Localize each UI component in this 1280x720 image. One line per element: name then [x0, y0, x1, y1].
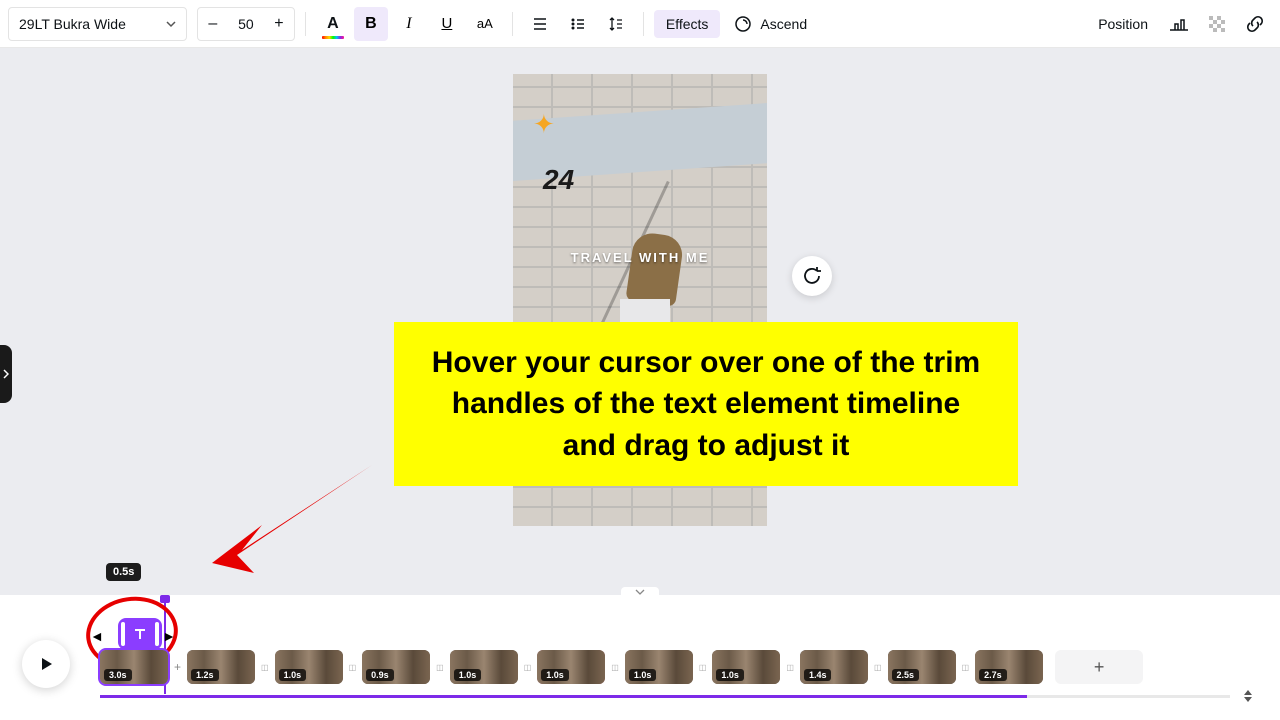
color-spectrum-icon — [322, 36, 344, 39]
add-transition-button[interactable]: + — [172, 660, 183, 674]
video-clip[interactable]: 1.0s — [625, 650, 693, 684]
refresh-icon — [802, 266, 822, 286]
bold-icon: B — [365, 15, 377, 33]
regenerate-button[interactable] — [792, 256, 832, 296]
sparkle-icon: ✦ — [533, 109, 555, 140]
trim-handle-right[interactable] — [155, 622, 159, 646]
timeline-panel: 0.5s ◄ ► 3.0s + 1.2s ◫ 1.0s ◫ 0.9s ◫ 1.0… — [0, 595, 1280, 720]
timeline-zoom-control[interactable] — [1244, 690, 1252, 702]
chevron-down-icon — [166, 19, 176, 29]
transparency-icon — [1207, 14, 1227, 34]
transition-icon[interactable]: ◫ — [609, 663, 621, 672]
transition-icon[interactable]: ◫ — [784, 663, 796, 672]
align-icon — [532, 16, 548, 32]
chevron-down-icon — [635, 589, 645, 595]
video-clips-track: 3.0s + 1.2s ◫ 1.0s ◫ 0.9s ◫ 1.0s ◫ 1.0s … — [100, 650, 1230, 684]
travel-headline[interactable]: TRAVEL WITH ME — [513, 250, 767, 265]
video-clip[interactable]: 1.0s — [450, 650, 518, 684]
case-icon: aA — [477, 16, 493, 31]
zoom-in-icon — [1244, 690, 1252, 695]
transition-icon[interactable]: ◫ — [960, 663, 972, 672]
font-family-select[interactable]: 29LT Bukra Wide — [8, 7, 187, 41]
list-icon — [570, 16, 586, 32]
shoe-shape — [625, 231, 684, 307]
animate-button[interactable]: Ascend — [724, 9, 817, 39]
divider — [643, 12, 644, 36]
timeline-scrollbar-fill — [100, 695, 1027, 698]
video-clip[interactable]: 1.0s — [712, 650, 780, 684]
transition-icon[interactable]: ◫ — [347, 663, 359, 672]
timeline-collapse-tab[interactable] — [621, 587, 659, 597]
animate-label: Ascend — [760, 16, 807, 32]
effects-button[interactable]: Effects — [654, 10, 721, 38]
transition-icon[interactable]: ◫ — [872, 663, 884, 672]
transparency-button[interactable] — [1200, 7, 1234, 41]
transition-icon[interactable]: ◫ — [259, 663, 271, 672]
font-size-decrease[interactable]: – — [198, 8, 228, 40]
italic-icon: I — [406, 15, 411, 33]
spacing-button[interactable] — [599, 7, 633, 41]
video-clip[interactable]: 3.0s — [100, 650, 168, 684]
instruction-callout: Hover your cursor over one of the trim h… — [394, 322, 1018, 486]
text-toolbar: 29LT Bukra Wide – + A B I U aA Effects A… — [0, 0, 1280, 48]
timeline-scrollbar[interactable] — [100, 695, 1230, 698]
nudge-button[interactable] — [1162, 7, 1196, 41]
zoom-out-icon — [1244, 697, 1252, 702]
transition-icon[interactable]: ◫ — [434, 663, 446, 672]
left-panel-toggle[interactable] — [0, 345, 12, 403]
video-clip[interactable]: 2.7s — [975, 650, 1043, 684]
red-arrow-annotation — [182, 455, 382, 585]
video-clip[interactable]: 2.5s — [888, 650, 956, 684]
divider — [512, 12, 513, 36]
video-clip[interactable]: 1.2s — [187, 650, 255, 684]
text-color-button[interactable]: A — [316, 7, 350, 41]
chevron-right-icon — [3, 369, 9, 379]
text-element-track: 0.5s ◄ ► — [88, 600, 162, 650]
transition-icon[interactable]: ◫ — [522, 663, 534, 672]
italic-button[interactable]: I — [392, 7, 426, 41]
font-size-increase[interactable]: + — [264, 8, 294, 40]
duration-tooltip: 0.5s — [106, 563, 141, 581]
case-button[interactable]: aA — [468, 7, 502, 41]
font-size-control: – + — [197, 7, 295, 41]
position-button[interactable]: Position — [1088, 10, 1158, 38]
align-button[interactable] — [523, 7, 557, 41]
bold-button[interactable]: B — [354, 7, 388, 41]
play-icon — [38, 656, 54, 672]
add-page-button[interactable]: + — [1055, 650, 1143, 684]
trim-handle-left[interactable] — [121, 622, 125, 646]
video-clip[interactable]: 0.9s — [362, 650, 430, 684]
spacing-icon — [608, 16, 624, 32]
nudge-icon — [1168, 14, 1190, 34]
link-button[interactable] — [1238, 7, 1272, 41]
text-clip-icon — [133, 627, 147, 641]
list-button[interactable] — [561, 7, 595, 41]
video-clip[interactable]: 1.4s — [800, 650, 868, 684]
text-clip[interactable]: ◄ ► — [118, 618, 162, 650]
font-size-input[interactable] — [228, 16, 264, 32]
link-icon — [1245, 14, 1265, 34]
resize-arrow-right-icon: ► — [162, 628, 176, 644]
text-color-icon: A — [327, 15, 339, 33]
video-clip[interactable]: 1.0s — [537, 650, 605, 684]
resize-arrow-left-icon: ◄ — [90, 628, 104, 644]
number-text: 24 — [543, 164, 574, 196]
transition-icon[interactable]: ◫ — [697, 663, 709, 672]
play-button[interactable] — [22, 640, 70, 688]
underline-button[interactable]: U — [430, 7, 464, 41]
underline-icon: U — [441, 15, 452, 32]
divider — [305, 12, 306, 36]
instruction-text: Hover your cursor over one of the trim h… — [424, 342, 988, 466]
video-clip[interactable]: 1.0s — [275, 650, 343, 684]
animate-icon — [734, 15, 752, 33]
font-name-label: 29LT Bukra Wide — [19, 16, 126, 32]
